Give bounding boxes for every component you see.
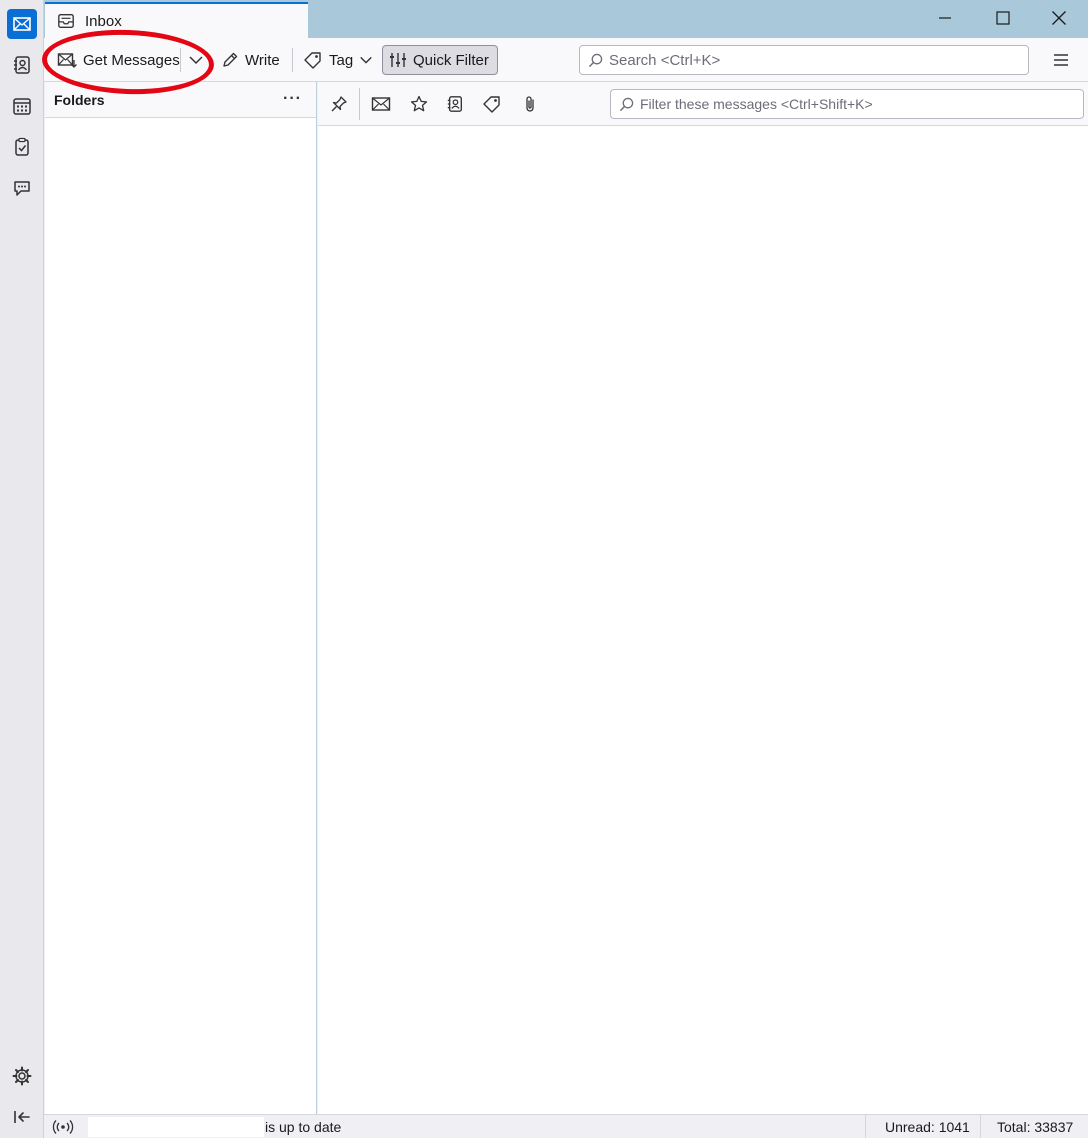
get-messages-button[interactable]: Get Messages [51, 45, 186, 75]
toolbar-separator [292, 48, 293, 72]
settings-icon [12, 1066, 32, 1086]
maximize-button[interactable] [974, 0, 1032, 36]
maximize-icon [996, 11, 1010, 25]
filter-messages-input[interactable]: Filter these messages <Ctrl+Shift+K> [610, 89, 1084, 119]
app-menu-button[interactable] [1046, 45, 1076, 75]
global-search-input[interactable]: Search <Ctrl+K> [579, 45, 1029, 75]
quick-filter-button[interactable]: Quick Filter [382, 45, 498, 75]
contact-filter-button[interactable] [442, 91, 468, 117]
tags-filter-button[interactable] [479, 91, 505, 117]
pin-icon [331, 96, 347, 112]
settings-space-button[interactable] [7, 1061, 37, 1091]
address-book-space-button[interactable] [7, 50, 37, 80]
quick-filter-bar: Filter these messages <Ctrl+Shift+K> [318, 82, 1088, 126]
get-messages-icon [57, 53, 77, 68]
unread-mail-icon [371, 97, 391, 111]
get-messages-dropdown[interactable] [184, 45, 208, 75]
quick-filter-label: Quick Filter [413, 51, 489, 69]
pencil-icon [223, 52, 238, 67]
get-messages-split [180, 48, 181, 72]
inbox-icon [58, 14, 74, 28]
quick-filter-icon [390, 53, 406, 67]
filter-search-icon [619, 97, 634, 111]
tag-label: Tag [329, 51, 354, 69]
global-search-placeholder: Search <Ctrl+K> [609, 51, 721, 69]
tag-filter-icon [483, 96, 500, 113]
spaces-toolbar [0, 0, 44, 1138]
minimize-icon [939, 17, 951, 19]
status-bar: is up to date Unread: 1041 Total: 33837 [44, 1114, 1088, 1138]
online-status-button[interactable] [52, 1118, 74, 1136]
close-window-button[interactable] [1030, 0, 1088, 36]
message-pane: Filter these messages <Ctrl+Shift+K> [318, 82, 1088, 1114]
tab-title: Inbox [85, 12, 122, 30]
search-icon [588, 53, 603, 67]
write-label: Write [245, 51, 280, 69]
paperclip-icon [526, 96, 534, 112]
minimize-button[interactable] [916, 0, 974, 36]
collapse-icon [14, 1111, 30, 1123]
tag-button[interactable]: Tag [297, 45, 379, 75]
calendar-icon [13, 98, 31, 115]
tab-inbox[interactable]: Inbox [45, 2, 308, 38]
folder-pane-header: Folders ··· [45, 82, 316, 118]
folder-pane-more-button[interactable]: ··· [283, 90, 302, 108]
online-icon [52, 1120, 74, 1134]
title-bar: Inbox [44, 0, 1088, 38]
hamburger-menu-icon [1054, 54, 1068, 66]
folder-pane: Folders ··· [45, 82, 317, 1114]
sticky-filter-button[interactable] [326, 91, 352, 117]
redacted-account-name [88, 1117, 264, 1137]
folder-pane-title: Folders [54, 91, 105, 108]
mail-space-button[interactable] [7, 9, 37, 39]
status-divider [865, 1115, 866, 1138]
filter-messages-placeholder: Filter these messages <Ctrl+Shift+K> [640, 96, 873, 112]
tasks-space-button[interactable] [7, 132, 37, 162]
status-message: is up to date [265, 1119, 342, 1135]
close-icon [1052, 11, 1066, 25]
unread-filter-button[interactable] [368, 91, 394, 117]
starred-filter-button[interactable] [406, 91, 432, 117]
attachment-filter-button[interactable] [517, 91, 543, 117]
chat-icon [14, 181, 30, 196]
unread-count: Unread: 1041 [885, 1119, 970, 1135]
mail-toolbar: Get Messages Write Tag Quick Filter Sear… [44, 38, 1088, 82]
tag-icon [304, 52, 321, 69]
address-book-icon [14, 56, 30, 74]
tag-chevron-down-icon [360, 56, 372, 64]
contact-icon [447, 96, 462, 112]
write-button[interactable]: Write [215, 45, 286, 75]
star-icon [410, 95, 428, 112]
chevron-down-icon [189, 56, 203, 65]
quick-filter-separator [359, 88, 360, 120]
tasks-icon [15, 137, 29, 156]
mail-icon [13, 17, 31, 31]
collapse-spaces-button[interactable] [7, 1102, 37, 1132]
chat-space-button[interactable] [7, 173, 37, 203]
calendar-space-button[interactable] [7, 91, 37, 121]
total-count: Total: 33837 [997, 1119, 1074, 1135]
get-messages-label: Get Messages [83, 51, 180, 69]
status-divider [980, 1115, 981, 1138]
